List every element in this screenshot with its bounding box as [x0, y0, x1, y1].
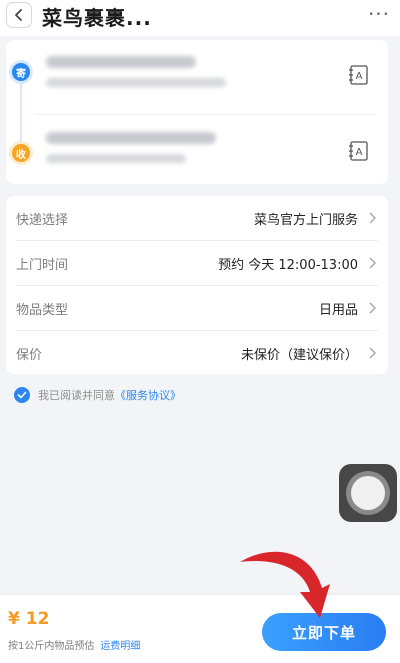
- agreement-row: 我已阅读并同意 《服务协议》: [14, 386, 181, 404]
- top-bar: 菜鸟裹裹... ···: [0, 0, 400, 36]
- price-note: 按1公斤内物品预估 运费明细: [8, 637, 140, 652]
- option-label: 上门时间: [16, 257, 69, 273]
- price-amount: ¥ 12: [8, 609, 50, 629]
- option-row-item-type[interactable]: 物品类型 日用品: [6, 286, 388, 330]
- address-book-icon[interactable]: A: [348, 64, 370, 86]
- option-value: 预约 今天 12:00-13:00: [218, 257, 358, 273]
- sender-name-blurred[interactable]: [46, 56, 196, 68]
- freight-detail-link[interactable]: 运费明细: [100, 641, 140, 652]
- more-button[interactable]: ···: [364, 2, 394, 26]
- receiver-name-blurred[interactable]: [46, 132, 216, 144]
- address-card: 寄 A 收 A: [6, 40, 388, 184]
- option-row-pickup-time[interactable]: 上门时间 预约 今天 12:00-13:00: [6, 241, 388, 285]
- agreement-text: 我已阅读并同意: [38, 389, 115, 402]
- price-estimate-text: 按1公斤内物品预估: [8, 641, 95, 652]
- chevron-right-icon: [369, 347, 377, 359]
- sender-address-blurred[interactable]: [46, 78, 226, 87]
- svg-text:A: A: [356, 71, 363, 82]
- option-row-insurance[interactable]: 保价 未保价（建议保价）: [6, 331, 388, 375]
- service-agreement-link[interactable]: 《服务协议》: [115, 387, 181, 403]
- assistive-touch-icon: [351, 476, 385, 510]
- chevron-right-icon: [369, 212, 377, 224]
- agreement-checkbox[interactable]: [14, 387, 30, 403]
- chevron-right-icon: [369, 257, 377, 269]
- receiver-tag: 收: [12, 144, 30, 162]
- option-label: 物品类型: [16, 302, 69, 318]
- option-row-courier[interactable]: 快递选择 菜鸟官方上门服务: [6, 196, 388, 240]
- address-divider: [36, 114, 376, 115]
- option-value: 未保价（建议保价）: [240, 347, 358, 363]
- option-label: 快递选择: [16, 212, 69, 228]
- sender-tag: 寄: [12, 63, 30, 81]
- option-label: 保价: [16, 347, 43, 363]
- option-value: 菜鸟官方上门服务: [253, 212, 358, 228]
- order-options-card: 快递选择 菜鸟官方上门服务 上门时间 预约 今天 12:00-13:00 物品类…: [6, 196, 388, 374]
- address-book-icon[interactable]: A: [348, 140, 370, 162]
- option-value: 日用品: [318, 302, 358, 318]
- timeline-line: [20, 80, 22, 152]
- receiver-address-blurred[interactable]: [46, 154, 186, 163]
- checkmark-icon: [17, 391, 27, 399]
- red-arrow-annotation: [240, 551, 330, 618]
- chevron-right-icon: [369, 302, 377, 314]
- svg-text:A: A: [356, 147, 363, 158]
- assistive-touch-button[interactable]: [339, 464, 397, 522]
- page-title: 菜鸟裹裹...: [42, 6, 152, 30]
- chevron-left-icon: [15, 9, 22, 21]
- back-button[interactable]: [6, 2, 32, 28]
